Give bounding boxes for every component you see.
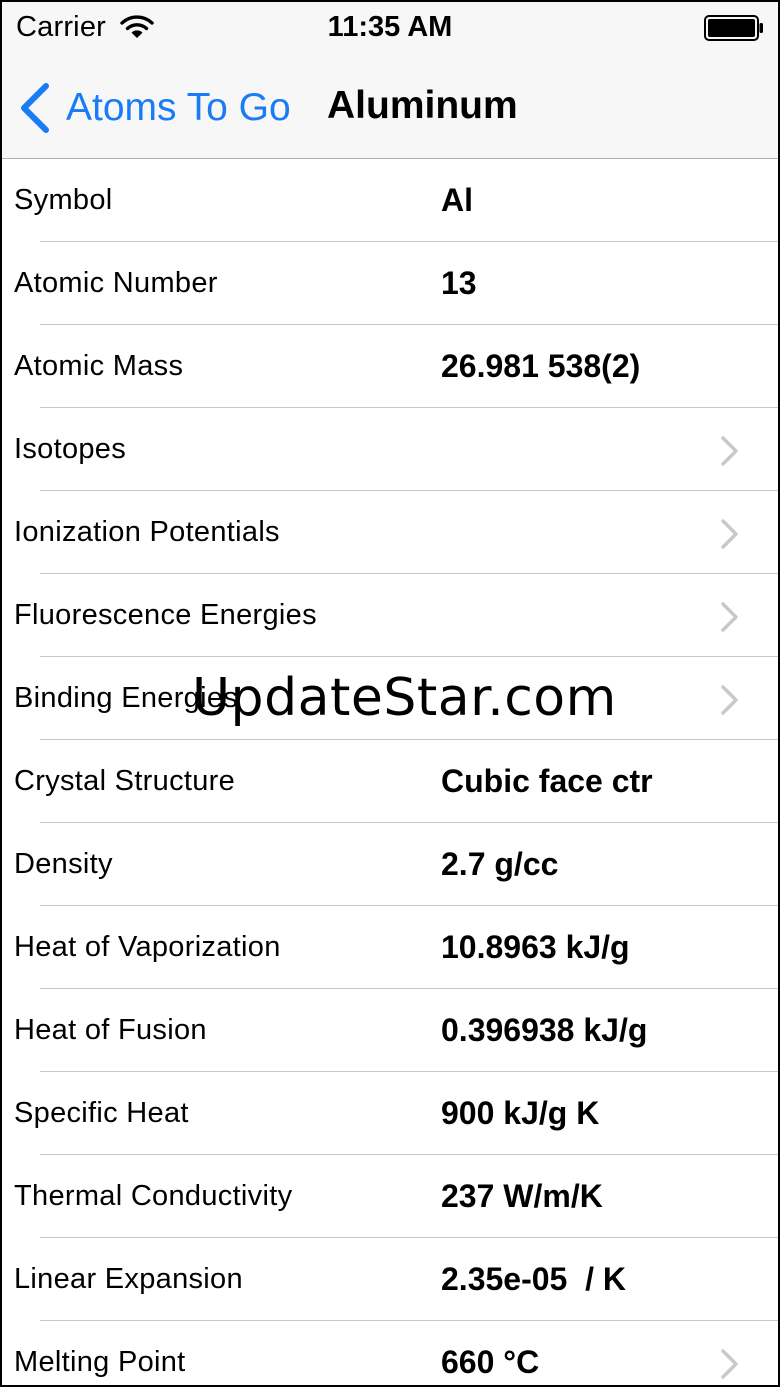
row-value: Al — [441, 182, 473, 218]
row-label: Isotopes — [14, 433, 127, 465]
status-bar: Carrier 11:35 AM — [2, 2, 778, 58]
table-row-heat-of-fusion: Heat of Fusion 0.396938 kJ/g — [2, 989, 778, 1072]
navigation-bar: Atoms To Go Aluminum — [2, 58, 778, 159]
table-row-melting-point[interactable]: Melting Point 660 °C — [2, 1321, 778, 1385]
app-screen: Carrier 11:35 AM Atoms To Go Aluminum Sy… — [0, 0, 780, 1387]
page-title: Aluminum — [327, 84, 518, 127]
row-value: 900 kJ/g K — [441, 1095, 600, 1131]
table-row-isotopes[interactable]: Isotopes — [2, 408, 778, 491]
table-row-heat-of-vaporization: Heat of Vaporization 10.8963 kJ/g — [2, 906, 778, 989]
table-row-thermal-conductivity: Thermal Conductivity 237 W/m/K — [2, 1155, 778, 1238]
status-time: 11:35 AM — [327, 11, 453, 43]
row-value: Cubic face ctr — [441, 763, 653, 799]
row-label: Melting Point — [14, 1346, 186, 1378]
table-row-density: Density 2.7 g/cc — [2, 823, 778, 906]
table-row-linear-expansion: Linear Expansion 2.35e-05 / K — [2, 1238, 778, 1321]
row-value: 237 W/m/K — [441, 1178, 603, 1214]
row-value: 2.35e-05 / K — [441, 1261, 626, 1297]
chevron-right-icon — [721, 436, 738, 466]
row-label: Symbol — [14, 184, 113, 216]
row-label: Heat of Fusion — [14, 1014, 207, 1046]
row-value: 10.8963 kJ/g — [441, 929, 630, 965]
row-label: Density — [14, 848, 113, 880]
back-button-label: Atoms To Go — [66, 86, 291, 129]
chevron-right-icon — [721, 602, 738, 632]
table-row-atomic-mass: Atomic Mass 26.981 538(2) — [2, 325, 778, 408]
table-row-binding-energies[interactable]: Binding Energies — [2, 657, 778, 740]
row-label: Atomic Mass — [14, 350, 184, 382]
row-label: Heat of Vaporization — [14, 931, 281, 963]
battery-icon — [704, 15, 763, 41]
table-row-ionization-potentials[interactable]: Ionization Potentials — [2, 491, 778, 574]
table-row-fluorescence-energies[interactable]: Fluorescence Energies — [2, 574, 778, 657]
row-value: 13 — [441, 265, 477, 301]
back-chevron-icon — [21, 83, 49, 133]
row-label: Linear Expansion — [14, 1263, 243, 1295]
row-label: Ionization Potentials — [14, 516, 280, 548]
element-properties-table: Symbol Al Atomic Number 13 Atomic Mass 2… — [2, 159, 778, 1385]
row-value: 2.7 g/cc — [441, 846, 559, 882]
chevron-right-icon — [721, 1349, 738, 1379]
row-value: 660 °C — [441, 1344, 540, 1380]
row-label: Specific Heat — [14, 1097, 189, 1129]
row-label: Binding Energies — [14, 682, 239, 714]
table-row-specific-heat: Specific Heat 900 kJ/g K — [2, 1072, 778, 1155]
chevron-right-icon — [721, 685, 738, 715]
row-value: 26.981 538(2) — [441, 348, 641, 384]
row-label: Fluorescence Energies — [14, 599, 317, 631]
row-label: Crystal Structure — [14, 765, 236, 797]
back-button[interactable]: Atoms To Go — [18, 80, 291, 136]
row-label: Thermal Conductivity — [14, 1180, 293, 1212]
table-row-symbol: Symbol Al — [2, 159, 778, 242]
row-value: 0.396938 kJ/g — [441, 1012, 648, 1048]
table-row-crystal-structure: Crystal Structure Cubic face ctr — [2, 740, 778, 823]
chevron-right-icon — [721, 519, 738, 549]
table-row-atomic-number: Atomic Number 13 — [2, 242, 778, 325]
row-label: Atomic Number — [14, 267, 218, 299]
